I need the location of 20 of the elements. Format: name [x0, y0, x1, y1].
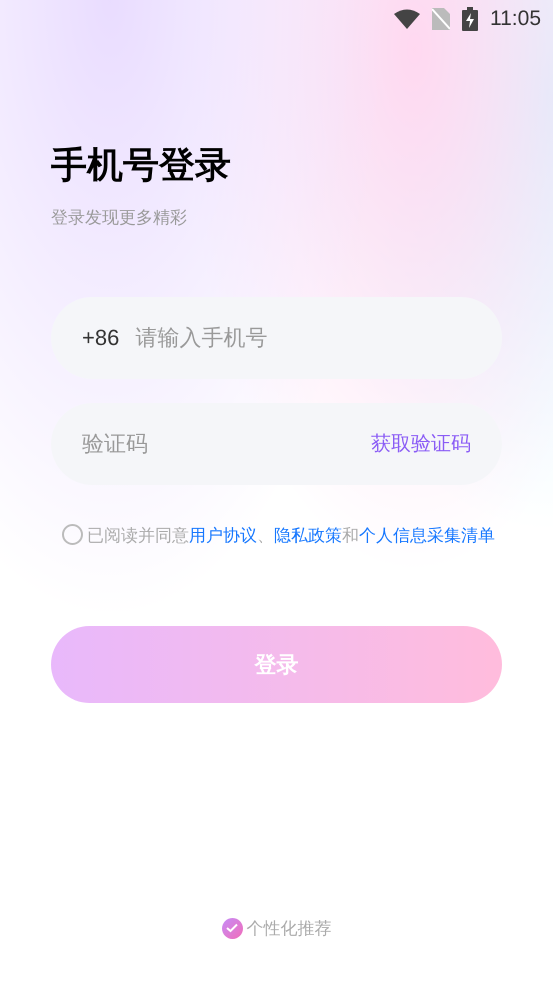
personalized-checkbox[interactable] [222, 918, 242, 939]
no-sim-icon [432, 8, 450, 30]
agreement-link[interactable]: 个人信息采集清单 [359, 526, 495, 544]
agreement-text: 已阅读并同意用户协议、隐私政策和个人信息采集清单 [87, 524, 495, 546]
agreement-link[interactable]: 用户协议 [189, 526, 257, 544]
page-title: 手机号登录 [51, 143, 232, 187]
get-code-button[interactable]: 获取验证码 [371, 428, 471, 458]
country-code[interactable]: +86 [82, 321, 120, 354]
agreement-link[interactable]: 隐私政策 [274, 526, 342, 544]
check-icon [226, 923, 238, 934]
code-field[interactable]: 验证码 获取验证码 [51, 402, 502, 484]
code-input[interactable]: 验证码 [82, 427, 371, 460]
agreement-checkbox[interactable] [62, 524, 83, 544]
battery-icon [462, 7, 478, 31]
status-time: 11:05 [490, 6, 541, 32]
wifi-icon [394, 9, 420, 29]
phone-field[interactable]: +86 请输入手机号 [51, 296, 502, 378]
page-subtitle: 登录发现更多精彩 [51, 207, 188, 229]
phone-input[interactable]: 请输入手机号 [135, 321, 471, 354]
personalized-label: 个性化推荐 [246, 918, 332, 940]
